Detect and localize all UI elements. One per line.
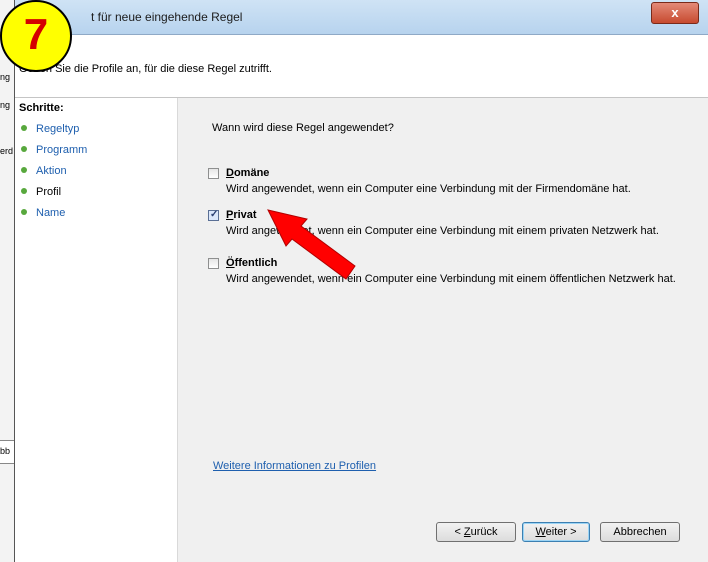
public-label[interactable]: Öffentlich <box>226 257 277 269</box>
step-item-profil: Profil <box>21 186 87 207</box>
rule-wizard-dialog: t für neue eingehende Regel x Geben Sie … <box>14 0 708 562</box>
domain-label[interactable]: Domäne <box>226 167 269 179</box>
step-bullet-icon <box>21 188 27 195</box>
step-item-aktion[interactable]: Aktion <box>21 165 87 186</box>
checkmark-icon: ✓ <box>210 209 219 220</box>
domain-description: Wird angewendet, wenn ein Computer eine … <box>226 183 631 195</box>
domain-checkbox[interactable] <box>208 168 219 179</box>
step-number: 7 <box>23 10 49 59</box>
step-label: Regeltyp <box>36 123 80 135</box>
step-bullet-icon <box>21 125 27 132</box>
main-panel: Wann wird diese Regel angewendet? Domäne… <box>177 98 708 562</box>
step-item-programm[interactable]: Programm <box>21 144 87 165</box>
next-button[interactable]: Weiter > <box>522 522 590 542</box>
bg-text-fragment: erd <box>0 146 14 156</box>
background-window: ng erd ng bb <box>0 0 15 562</box>
window-title: t für neue eingehende Regel <box>91 10 243 24</box>
bg-input-strip: bb <box>0 440 14 464</box>
step-bullet-icon <box>21 146 27 153</box>
bg-text-fragment: bb <box>0 446 11 456</box>
step-label: Programm <box>36 144 88 156</box>
wizard-header: Geben Sie die Profile an, für die diese … <box>15 35 708 98</box>
steps-sidebar: Schritte: Regeltyp Programm Aktion Profi… <box>15 98 177 562</box>
step-label: Profil <box>36 186 62 198</box>
step-number-badge: 7 <box>0 0 72 72</box>
title-bar[interactable]: t für neue eingehende Regel x <box>15 0 708 35</box>
step-bullet-icon <box>21 167 27 174</box>
public-description: Wird angewendet, wenn ein Computer eine … <box>226 273 676 285</box>
step-item-name[interactable]: Name <box>21 207 87 228</box>
step-label: Name <box>36 207 66 219</box>
profiles-info-link[interactable]: Weitere Informationen zu Profilen <box>213 460 376 472</box>
bg-text-fragment: ng <box>0 100 11 110</box>
private-label[interactable]: Privat <box>226 209 257 221</box>
private-description: Wird angewendet, wenn ein Computer eine … <box>226 225 659 237</box>
question-text: Wann wird diese Regel angewendet? <box>212 122 394 134</box>
step-item-regeltyp[interactable]: Regeltyp <box>21 123 87 144</box>
back-button[interactable]: < Zurück <box>436 522 516 542</box>
steps-list: Regeltyp Programm Aktion Profil Name <box>21 123 87 228</box>
bg-text-fragment: ng <box>0 72 11 82</box>
close-button[interactable]: x <box>651 2 699 24</box>
public-checkbox[interactable] <box>208 258 219 269</box>
cancel-button[interactable]: Abbrechen <box>600 522 680 542</box>
steps-heading: Schritte: <box>19 102 64 114</box>
close-icon: x <box>671 5 679 20</box>
step-bullet-icon <box>21 209 27 216</box>
private-checkbox[interactable]: ✓ <box>208 209 219 221</box>
step-label: Aktion <box>36 165 67 177</box>
